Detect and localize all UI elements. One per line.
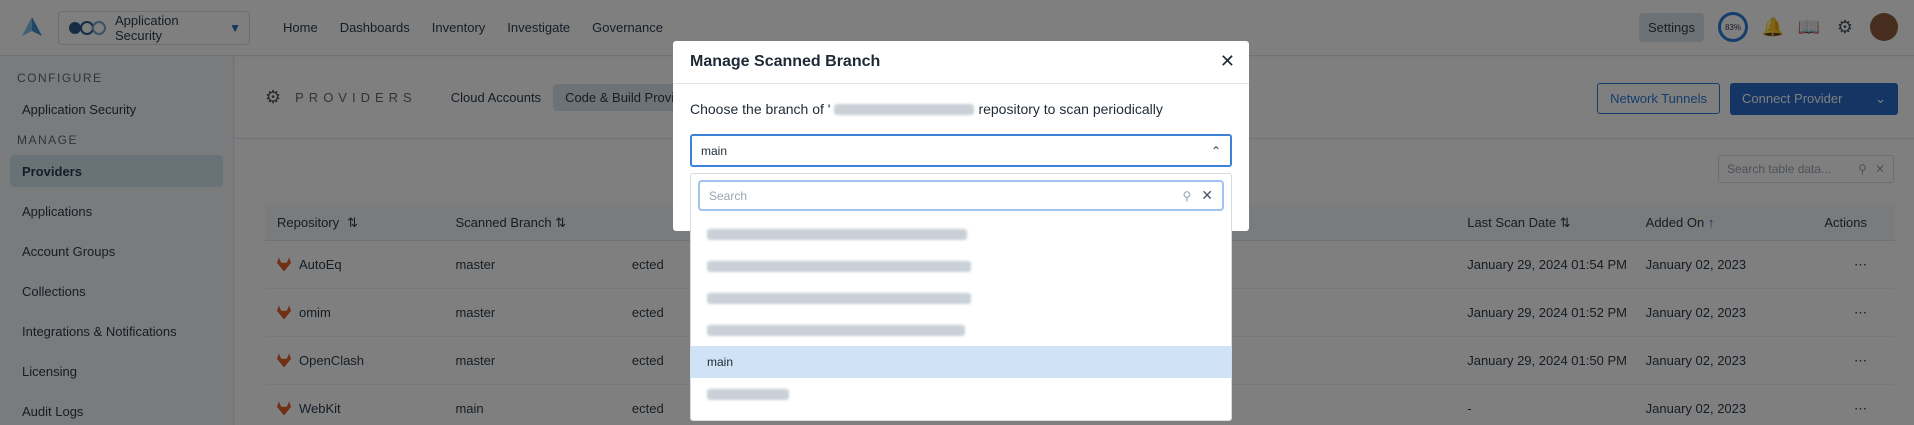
branch-option-label: main [707,355,734,369]
search-icon: ⚲ [1182,188,1192,203]
branch-search-placeholder: Search [709,188,748,203]
redacted-branch [707,388,789,400]
branch-option[interactable] [691,250,1231,282]
branch-option[interactable] [691,282,1231,314]
branch-search-input[interactable]: Search ⚲ ✕ [698,180,1224,211]
modal-description: Choose the branch of ' repository to sca… [690,101,1163,117]
redacted-branch [707,228,967,240]
close-icon[interactable]: ✕ [1220,51,1235,72]
branch-select-value: main [701,143,728,158]
redacted-branch [707,260,971,272]
redacted-branch [707,324,965,336]
clear-icon[interactable]: ✕ [1201,187,1213,204]
chevron-up-icon: ⌃ [1210,143,1221,158]
branch-options: main [691,218,1231,410]
desc-prefix: Choose the branch of ' [690,101,831,117]
branch-dropdown: Search ⚲ ✕ main [690,173,1232,421]
branch-option-selected[interactable]: main [691,346,1231,378]
branch-option[interactable] [691,218,1231,250]
redacted-branch [707,292,971,304]
redacted-repo-name [834,103,975,115]
branch-select[interactable]: main ⌃ [690,134,1232,167]
branch-option[interactable] [691,314,1231,346]
branch-option[interactable] [691,378,1231,410]
modal-divider [673,83,1249,84]
desc-suffix: repository to scan periodically [978,101,1163,117]
modal-title: Manage Scanned Branch [690,53,881,70]
